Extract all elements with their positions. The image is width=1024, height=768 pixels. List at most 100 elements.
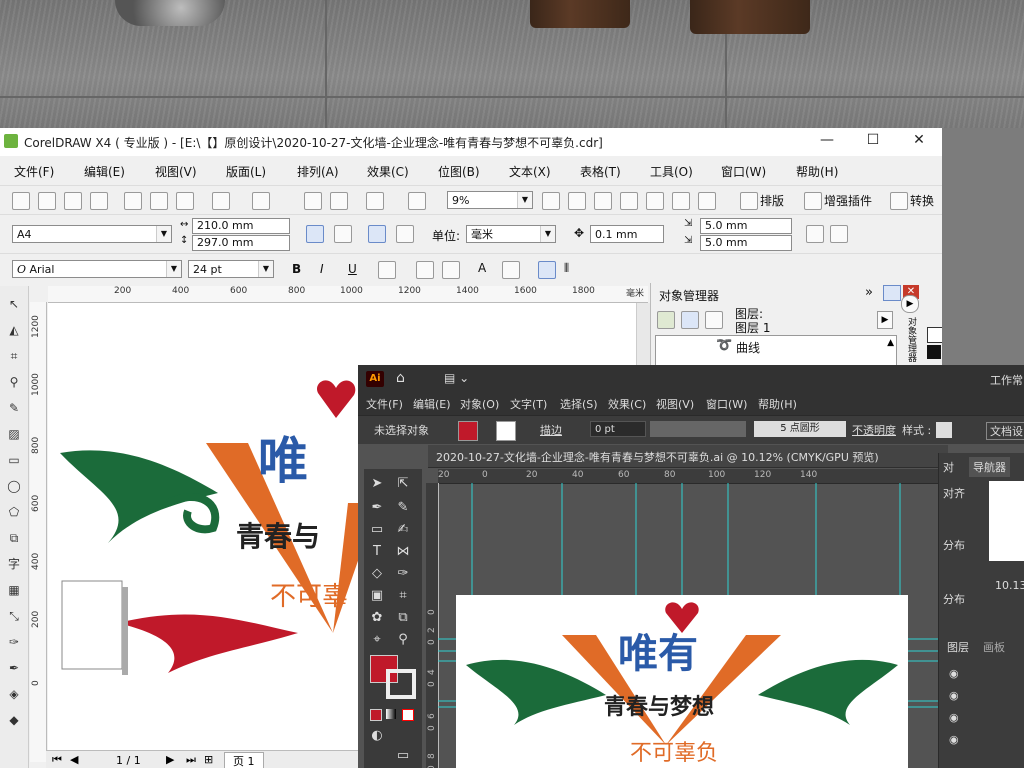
dimension-tool-icon[interactable]: ⤡	[6, 608, 22, 624]
character-format-icon[interactable]: A	[478, 261, 486, 275]
docker-menu-arrow-icon[interactable]: ▶	[877, 311, 893, 329]
shape-builder-icon[interactable]: ⧉	[394, 609, 412, 627]
docker-minimize-icon[interactable]	[883, 285, 901, 301]
text-tool-icon[interactable]: 字	[6, 556, 22, 572]
paste-icon[interactable]	[176, 192, 194, 210]
visibility-eye-icon-3[interactable]: ◉	[949, 711, 959, 724]
visibility-eye-icon-4[interactable]: ◉	[949, 733, 959, 746]
artboards-panel-tab[interactable]: 画板	[983, 639, 1005, 655]
shape-tool-icon[interactable]: ◭	[6, 322, 22, 338]
zoom-tool-icon[interactable]: ⚲	[6, 374, 22, 390]
interactive-fill-icon[interactable]: ◆	[6, 712, 22, 728]
stroke-weight-input[interactable]: 0 pt	[590, 421, 646, 437]
zoom-width-icon[interactable]	[672, 192, 690, 210]
none-mode-icon[interactable]	[402, 709, 414, 721]
zoom-tool-icon-ai[interactable]: ⚲	[394, 631, 412, 649]
tree-scroll-up-icon[interactable]: ▲	[887, 338, 894, 348]
units-select[interactable]: 毫米 ▼	[466, 225, 556, 243]
bold-icon[interactable]: B	[292, 262, 301, 276]
export-icon[interactable]	[330, 192, 348, 210]
brush-definition-select[interactable]: 5 点圆形	[754, 421, 846, 437]
smart-fill-icon[interactable]: ▨	[6, 426, 22, 442]
ai-menu-file[interactable]: 文件(F)	[366, 396, 403, 412]
font-family-select[interactable]: O Arial ▼	[12, 260, 182, 278]
fill-color-swatch[interactable]	[458, 421, 478, 441]
zoom-selected-icon[interactable]	[594, 192, 612, 210]
document-tab-title[interactable]: 2020-10-27-文化墙-企业理念-唯有青春与梦想不可辜负.ai @ 10.…	[436, 449, 879, 465]
basic-shapes-icon[interactable]: ⧉	[6, 530, 22, 546]
opacity-label[interactable]: 不透明度	[852, 422, 896, 438]
gradient-mode-icon[interactable]	[386, 709, 396, 719]
table-tool-icon[interactable]: ▦	[6, 582, 22, 598]
horizontal-text-icon[interactable]	[538, 261, 556, 279]
plugin-button[interactable]: 增强插件	[824, 192, 872, 209]
eyedropper-tool-icon[interactable]: ✑	[394, 565, 412, 583]
docker-side-tab[interactable]: 对象管理器	[905, 317, 918, 362]
ai-artboard[interactable]: 唯有 青春与梦想 不可辜负	[456, 595, 908, 768]
font-size-select[interactable]: 24 pt ▼	[188, 260, 274, 278]
treat-as-filled-icon[interactable]	[806, 225, 824, 243]
menu-arrange[interactable]: 排列(A)	[297, 163, 339, 180]
copy-icon[interactable]	[150, 192, 168, 210]
maximize-button[interactable]: ☐	[858, 132, 888, 148]
last-page-icon[interactable]: ⏭	[186, 753, 196, 767]
current-page-icon[interactable]	[396, 225, 414, 243]
eyedropper-icon[interactable]: ✑	[6, 634, 22, 650]
artboard-tool-icon[interactable]: ⌖	[368, 631, 386, 649]
redo-icon[interactable]	[252, 192, 270, 210]
draw-mode-icon[interactable]: ◐	[368, 727, 386, 745]
minimize-button[interactable]: —	[812, 132, 842, 148]
pen-tool-icon[interactable]: ✒	[368, 499, 386, 517]
gradient-tool-icon[interactable]: ▣	[368, 587, 386, 605]
edit-text-icon[interactable]	[502, 261, 520, 279]
mesh-tool-icon[interactable]: ⌗	[394, 587, 412, 605]
polygon-tool-icon[interactable]: ⬠	[6, 504, 22, 520]
menu-file[interactable]: 文件(F)	[14, 163, 54, 180]
menu-edit[interactable]: 编辑(E)	[84, 163, 125, 180]
vertical-text-icon[interactable]: ⫴	[564, 261, 569, 276]
layers-panel-tab[interactable]: 图层	[947, 639, 969, 655]
zoom-level-select[interactable]: 9% ▼	[447, 191, 533, 209]
plugin-icon[interactable]	[804, 192, 822, 210]
variable-width-select[interactable]	[650, 421, 746, 437]
menu-layout[interactable]: 版面(L)	[226, 163, 266, 180]
zoom-all-icon[interactable]	[620, 192, 638, 210]
layer-manager-icon[interactable]	[705, 311, 723, 329]
page-tab[interactable]: 页 1	[224, 752, 264, 768]
ai-menu-object[interactable]: 对象(O)	[460, 396, 499, 412]
ai-menu-type[interactable]: 文字(T)	[510, 396, 547, 412]
docker-scroll-icon[interactable]: ▶	[901, 295, 919, 313]
italic-icon[interactable]: I	[320, 262, 324, 276]
ellipse-tool-icon[interactable]: ◯	[6, 478, 22, 494]
paintbrush-icon[interactable]: ✍	[394, 521, 412, 539]
freehand-tool-icon[interactable]: ✎	[6, 400, 22, 416]
menu-table[interactable]: 表格(T)	[580, 163, 621, 180]
ai-menu-effect[interactable]: 效果(C)	[608, 396, 646, 412]
direct-selection-icon[interactable]: ⇱	[394, 475, 412, 493]
visibility-eye-icon[interactable]: ◉	[949, 667, 959, 680]
ai-menu-view[interactable]: 视图(V)	[656, 396, 694, 412]
home-icon[interactable]: ⌂	[396, 370, 405, 386]
import-icon[interactable]	[304, 192, 322, 210]
no-color-swatch[interactable]	[927, 327, 942, 343]
edit-across-layers-icon[interactable]	[681, 311, 699, 329]
menu-view[interactable]: 视图(V)	[155, 163, 197, 180]
all-pages-icon[interactable]	[368, 225, 386, 243]
show-properties-icon[interactable]	[657, 311, 675, 329]
screen-mode-icon[interactable]: ▭	[394, 747, 412, 765]
zoom-out-icon[interactable]	[568, 192, 586, 210]
save-icon[interactable]	[64, 192, 82, 210]
page-height-input[interactable]: 297.0 mm	[192, 235, 290, 251]
workspace-switcher[interactable]: 工作常	[990, 372, 1023, 388]
menu-bitmaps[interactable]: 位图(B)	[438, 163, 480, 180]
page-width-input[interactable]: 210.0 mm	[192, 218, 290, 234]
new-icon[interactable]	[12, 192, 30, 210]
open-icon[interactable]	[38, 192, 56, 210]
document-setup-button[interactable]: 文档设	[986, 422, 1024, 440]
color-mode-icon[interactable]	[370, 709, 382, 721]
snap-icon[interactable]	[830, 225, 848, 243]
zoom-height-icon[interactable]	[698, 192, 716, 210]
rectangle-tool-icon-ai[interactable]: ▭	[368, 521, 386, 539]
menu-tools[interactable]: 工具(O)	[650, 163, 693, 180]
align-panel-tab[interactable]: 对	[943, 459, 954, 475]
